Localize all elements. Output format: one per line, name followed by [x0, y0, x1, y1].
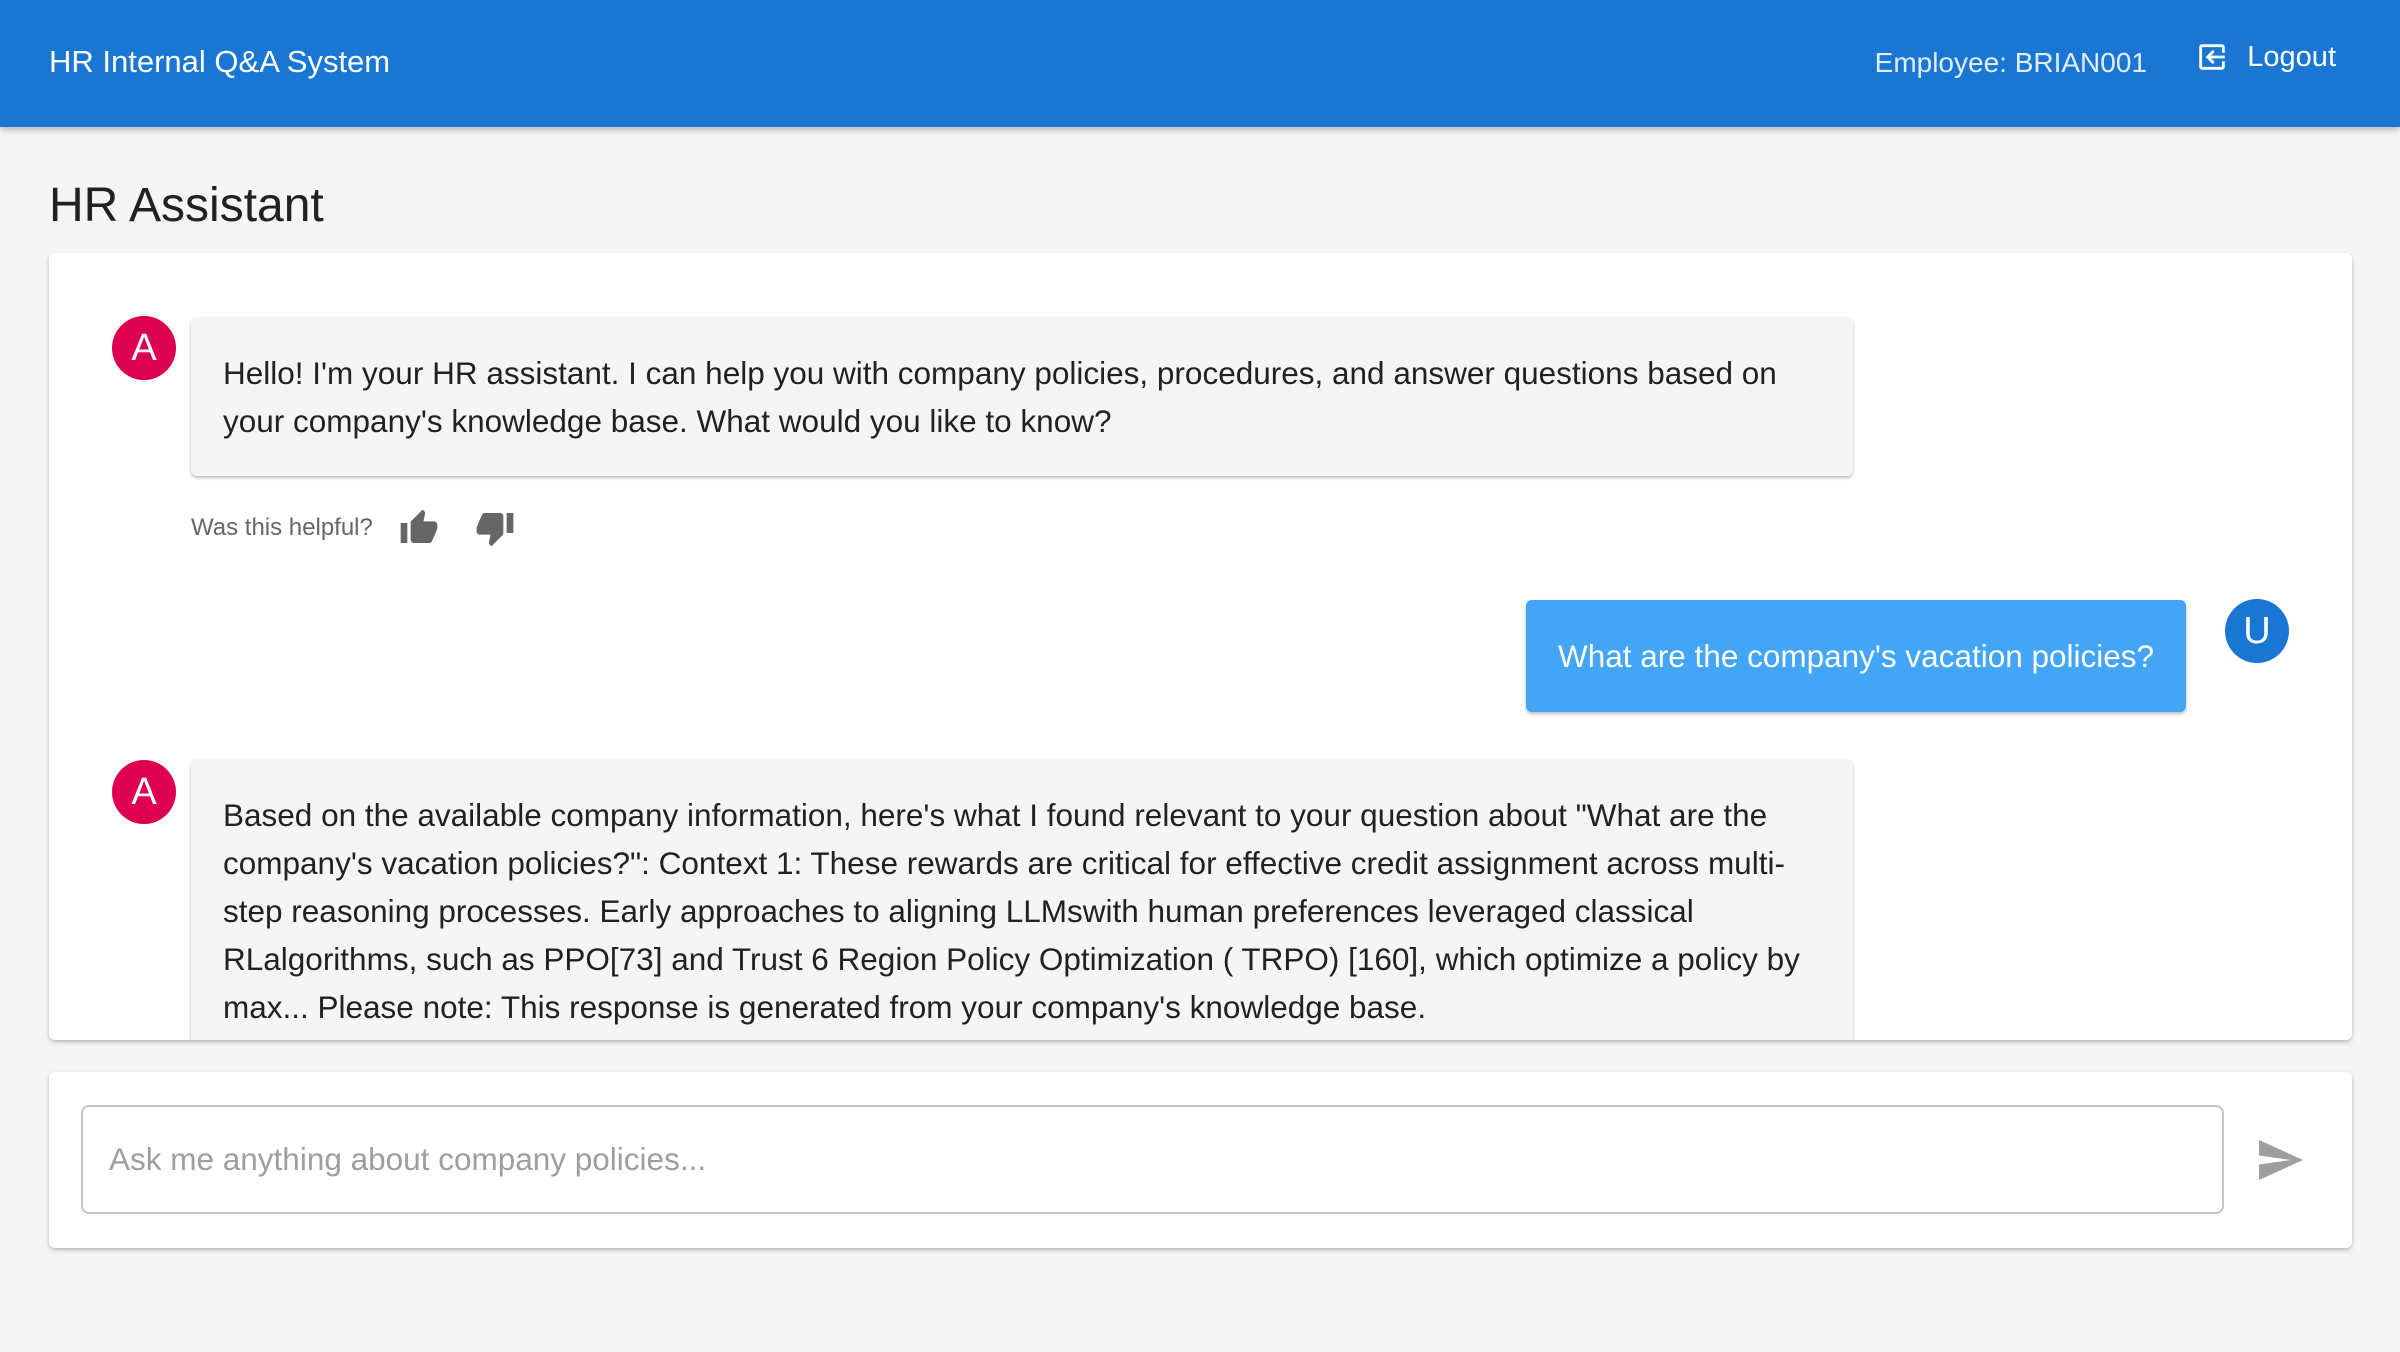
logout-label: Logout	[2247, 40, 2336, 73]
app-title: HR Internal Q&A System	[49, 44, 391, 79]
assistant-message: Based on the available company informati…	[191, 759, 1853, 1040]
employee-id: Employee: BRIAN001	[1874, 47, 2147, 78]
input-panel	[49, 1072, 2352, 1248]
thumb-up-button[interactable]	[397, 506, 441, 550]
feedback-row: Was this helpful?	[191, 506, 517, 550]
assistant-message: Hello! I'm your HR assistant. I can help…	[191, 317, 1853, 476]
user-avatar: U	[2225, 599, 2289, 663]
feedback-prompt: Was this helpful?	[191, 514, 373, 541]
thumb-down-icon	[476, 513, 514, 547]
chat-messages[interactable]: A Hello! I'm your HR assistant. I can he…	[49, 253, 2352, 1040]
assistant-avatar: A	[112, 316, 176, 380]
page-title: HR Assistant	[49, 179, 324, 232]
logout-icon	[2199, 44, 2226, 70]
thumb-up-icon	[400, 509, 438, 543]
app-header: HR Internal Q&A System Employee: BRIAN00…	[0, 0, 2400, 127]
send-button[interactable]	[2259, 1140, 2303, 1180]
user-message: What are the company's vacation policies…	[1526, 600, 2187, 712]
logout-button[interactable]: Logout	[2195, 40, 2336, 74]
question-input[interactable]	[81, 1105, 2224, 1214]
assistant-avatar: A	[112, 760, 176, 824]
thumb-down-button[interactable]	[473, 506, 517, 550]
send-icon	[2259, 1140, 2303, 1180]
